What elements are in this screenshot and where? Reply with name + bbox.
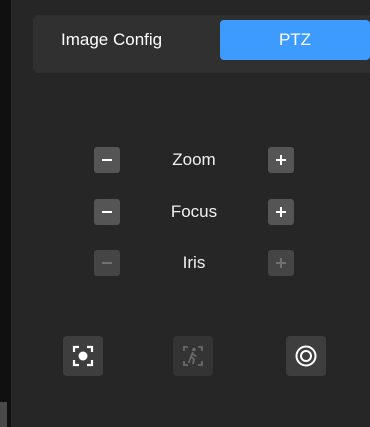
zoom-out-button[interactable]	[94, 147, 120, 173]
target-icon	[295, 345, 317, 367]
focus-label: Focus	[170, 202, 218, 221]
plus-icon	[276, 207, 286, 217]
iris-minus-button[interactable]	[94, 250, 120, 276]
person-tracking-button[interactable]	[173, 336, 213, 376]
tab-image-config[interactable]: Image Config	[49, 20, 199, 60]
minus-icon	[102, 262, 112, 264]
plus-icon	[276, 258, 286, 268]
tab-bar: Image Config PTZ	[33, 15, 370, 73]
iris-plus-button[interactable]	[268, 250, 294, 276]
ptz-panel: Image Config PTZ Zoom Focus Iris	[11, 0, 370, 427]
focus-row: Focus	[11, 199, 370, 225]
focus-frame-button[interactable]	[63, 336, 103, 376]
tab-ptz[interactable]: PTZ	[220, 20, 370, 60]
target-button[interactable]	[286, 336, 326, 376]
zoom-label: Zoom	[172, 150, 216, 169]
scroll-handle[interactable]	[0, 402, 7, 427]
focus-frame-icon	[72, 345, 94, 367]
minus-icon	[102, 211, 112, 213]
plus-icon	[276, 155, 286, 165]
minus-icon	[102, 159, 112, 161]
focus-plus-button[interactable]	[268, 199, 294, 225]
left-edge-strip	[0, 0, 11, 427]
focus-minus-button[interactable]	[94, 199, 120, 225]
iris-row: Iris	[11, 250, 370, 276]
zoom-in-button[interactable]	[268, 147, 294, 173]
iris-label: Iris	[182, 253, 206, 272]
zoom-row: Zoom	[11, 147, 370, 173]
person-tracking-icon	[183, 346, 203, 366]
